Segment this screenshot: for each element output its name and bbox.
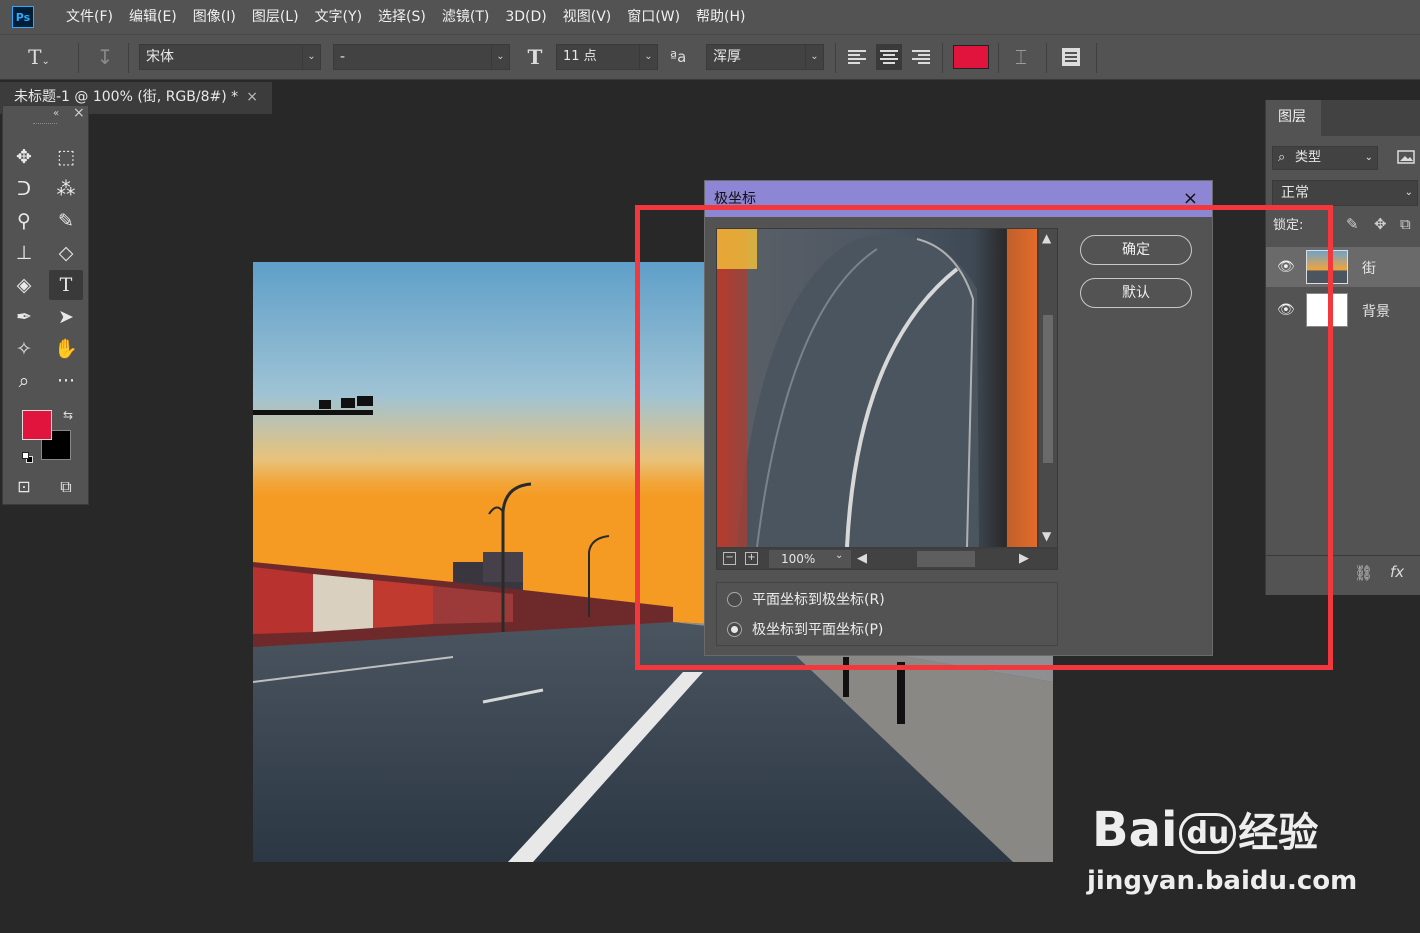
menu-file[interactable]: 文件(F) xyxy=(58,0,121,34)
tab-layers[interactable]: 图层 xyxy=(1266,100,1321,136)
drag-handle[interactable] xyxy=(33,123,57,126)
font-family-select[interactable]: 宋体 ⌄ xyxy=(139,44,321,70)
align-center-icon xyxy=(880,50,898,64)
layer-name: 街 xyxy=(1362,261,1376,277)
document-tab-title: 未标题-1 @ 100% (街, RGB/8#) * xyxy=(14,89,239,105)
menu-edit[interactable]: 编辑(E) xyxy=(121,0,185,34)
chevron-down-icon: ⌄ xyxy=(491,45,509,69)
fx-icon[interactable]: fx xyxy=(1390,563,1404,581)
warp-text-icon[interactable]: ⌶ xyxy=(1006,44,1036,70)
image-filter-icon[interactable] xyxy=(1396,148,1416,166)
blend-mode-select[interactable]: 正常 ⌄ xyxy=(1272,180,1418,206)
options-bar: T⌄ ↧ 宋体 ⌄ - ⌄ T 11 点 ⌄ ªa 浑厚 ⌄ ⌶ xyxy=(0,34,1420,80)
magic-wand-tool-icon[interactable]: ⁂ xyxy=(49,174,83,204)
antialias-icon: ªa xyxy=(670,48,687,66)
zoom-tool-icon[interactable]: ⌕ xyxy=(7,366,41,396)
move-tool-icon[interactable]: ✥ xyxy=(7,142,41,172)
font-size-value: 11 点 xyxy=(563,49,597,64)
lock-move-icon[interactable]: ✥ xyxy=(1374,215,1387,233)
paint-bucket-tool-icon[interactable]: ◈ xyxy=(7,270,41,300)
custom-shape-tool-icon[interactable]: ✧ xyxy=(7,334,41,364)
marquee-tool-icon[interactable]: ⬚ xyxy=(49,142,83,172)
blend-mode-value: 正常 xyxy=(1281,185,1309,201)
lock-brush-icon[interactable]: ✎ xyxy=(1346,215,1359,233)
chevron-down-icon: ⌄ xyxy=(1404,187,1413,198)
link-icon[interactable]: ⛓ xyxy=(1354,564,1373,582)
tools-panel: « × ✥ ⬚ ᑐ ⁂ ⚲ ✎ ⊥ ◇ ◈ T ✒ ➤ ✧ ✋ ⌕ ··· ⇆ … xyxy=(2,105,89,505)
eyedropper-tool-icon[interactable]: ⚲ xyxy=(7,206,41,236)
align-left-icon xyxy=(848,50,866,64)
default-colors-icon[interactable] xyxy=(22,452,33,463)
text-orientation-icon[interactable]: ↧ xyxy=(90,44,120,70)
panel-icon xyxy=(1062,48,1080,66)
layers-panel-header: 图层 xyxy=(1266,100,1420,136)
character-panel-button[interactable] xyxy=(1058,44,1084,70)
close-icon[interactable]: × xyxy=(246,82,258,112)
more-tools-icon[interactable]: ··· xyxy=(49,366,83,396)
lasso-tool-icon[interactable]: ᑐ xyxy=(7,174,41,204)
baidu-watermark-logo: Bai du 经验 xyxy=(1092,802,1319,858)
font-size-select[interactable]: 11 点 ⌄ xyxy=(556,44,658,70)
align-left-button[interactable] xyxy=(844,44,870,70)
align-center-button[interactable] xyxy=(876,44,902,70)
menu-layer[interactable]: 图层(L) xyxy=(244,0,307,34)
menu-help[interactable]: 帮助(H) xyxy=(688,0,753,34)
menu-view[interactable]: 视图(V) xyxy=(555,0,620,34)
menu-filter[interactable]: 滤镜(T) xyxy=(434,0,497,34)
pen-tool-icon[interactable]: ✒ xyxy=(7,302,41,332)
type-tool-preset-icon[interactable]: T⌄ xyxy=(24,44,54,70)
chevron-down-icon: ⌄ xyxy=(805,45,823,69)
annotation-highlight-box xyxy=(635,205,1333,670)
type-tool-icon[interactable]: T xyxy=(49,270,83,300)
menu-window[interactable]: 窗口(W) xyxy=(619,0,688,34)
align-right-button[interactable] xyxy=(908,44,934,70)
hand-tool-icon[interactable]: ✋ xyxy=(49,334,83,364)
foreground-color-swatch[interactable] xyxy=(22,410,52,440)
antialias-value: 浑厚 xyxy=(713,49,741,65)
photoshop-logo: Ps xyxy=(12,6,34,28)
brush-tool-icon[interactable]: ✎ xyxy=(49,206,83,236)
layer-name: 背景 xyxy=(1362,304,1390,320)
search-icon: ⌕ xyxy=(1278,150,1286,165)
layer-filter-value: 类型 xyxy=(1295,150,1322,165)
text-color-swatch[interactable] xyxy=(953,45,989,69)
baidu-watermark-url: jingyan.baidu.com xyxy=(1087,866,1358,896)
menu-image[interactable]: 图像(I) xyxy=(185,0,244,34)
menu-select[interactable]: 选择(S) xyxy=(370,0,434,34)
menu-3d[interactable]: 3D(D) xyxy=(497,0,554,34)
eraser-tool-icon[interactable]: ◇ xyxy=(49,238,83,268)
chevron-down-icon: ⌄ xyxy=(302,45,320,69)
lock-artboard-icon[interactable]: ⧉ xyxy=(1400,215,1411,233)
menu-type[interactable]: 文字(Y) xyxy=(307,0,370,34)
swap-colors-icon[interactable]: ⇆ xyxy=(63,408,73,422)
menu-bar: Ps 文件(F) 编辑(E) 图像(I) 图层(L) 文字(Y) 选择(S) 滤… xyxy=(0,0,1420,34)
antialias-select[interactable]: 浑厚 ⌄ xyxy=(706,44,824,70)
collapse-panel-icon[interactable]: « xyxy=(53,108,59,119)
screen-mode-icon[interactable]: ⧉ xyxy=(49,472,83,502)
font-size-icon: T xyxy=(527,45,543,69)
quick-mask-icon[interactable]: ⊡ xyxy=(7,472,41,502)
font-style-value: - xyxy=(340,49,346,65)
align-right-icon xyxy=(912,50,930,64)
path-selection-tool-icon[interactable]: ➤ xyxy=(49,302,83,332)
chevron-down-icon: ⌄ xyxy=(639,45,657,69)
font-style-select[interactable]: - ⌄ xyxy=(333,44,510,70)
layer-filter-select[interactable]: ⌕ 类型 ⌄ xyxy=(1272,146,1378,170)
chevron-down-icon: ⌄ xyxy=(1364,152,1373,163)
stamp-tool-icon[interactable]: ⊥ xyxy=(7,238,41,268)
close-icon[interactable]: × xyxy=(73,105,85,121)
font-family-value: 宋体 xyxy=(146,49,174,65)
